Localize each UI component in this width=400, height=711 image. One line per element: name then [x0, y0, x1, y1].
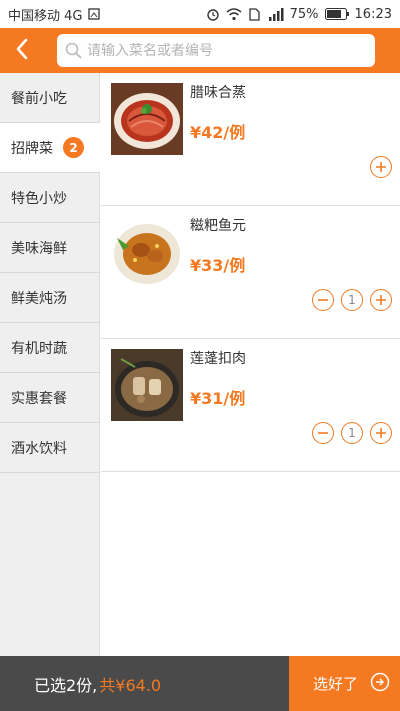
category-item[interactable]: 美味海鲜: [0, 223, 99, 273]
dish-photo[interactable]: [111, 83, 183, 155]
carrier-label: 中国移动 4G: [8, 8, 83, 24]
wifi-icon: [226, 7, 242, 21]
minus-button[interactable]: [312, 422, 334, 444]
category-item[interactable]: 餐前小吃: [0, 73, 99, 123]
category-label: 美味海鲜: [11, 240, 67, 257]
dish-price: ¥42/例: [190, 123, 246, 142]
alarm-icon: [206, 7, 220, 21]
add-button[interactable]: [370, 156, 392, 178]
category-label: 鲜美炖汤: [11, 290, 67, 307]
category-sidebar: 餐前小吃 招牌菜 2 特色小炒 美味海鲜 鲜美炖汤 有机时蔬 实惠套餐 酒水饮料: [0, 73, 100, 656]
dish-controls: [370, 156, 392, 178]
plus-icon: [375, 291, 387, 310]
bottom-bar: 已选2份, 共¥64.0 选好了: [0, 656, 400, 711]
category-label: 餐前小吃: [11, 90, 67, 107]
dish-list: 腊味合蒸 ¥42/例 糍粑鱼元 ¥33/例 1 莲蓬扣肉 ¥31/例 1: [101, 73, 400, 656]
confirm-label: 选好了: [312, 675, 358, 693]
category-item[interactable]: 酒水饮料: [0, 423, 99, 473]
category-item[interactable]: 特色小炒: [0, 173, 99, 223]
chevron-left-icon: [15, 38, 29, 64]
category-label: 实惠套餐: [11, 390, 67, 407]
dish-item: 糍粑鱼元 ¥33/例 1: [101, 206, 400, 339]
order-summary: 已选2份, 共¥64.0: [0, 656, 289, 711]
signal-icon: [266, 7, 284, 21]
sim-icon: [248, 7, 260, 21]
category-item-active[interactable]: 招牌菜 2: [0, 123, 100, 173]
quantity-value: 1: [341, 289, 363, 311]
dish-item: 莲蓬扣肉 ¥31/例 1: [101, 339, 400, 472]
add-button[interactable]: [370, 422, 392, 444]
selected-count-text: 已选2份,: [34, 675, 98, 695]
category-item[interactable]: 有机时蔬: [0, 323, 99, 373]
battery-percent: 75%: [289, 6, 319, 22]
dish-price: ¥31/例: [190, 389, 246, 408]
category-label: 特色小炒: [11, 190, 67, 207]
dish-name: 糍粑鱼元: [190, 218, 246, 234]
search-input[interactable]: [87, 42, 347, 59]
search-box[interactable]: [57, 34, 375, 67]
confirm-button[interactable]: 选好了: [289, 656, 400, 711]
dish-photo[interactable]: [111, 216, 183, 288]
category-label: 有机时蔬: [11, 340, 67, 357]
dish-price: ¥33/例: [190, 256, 246, 275]
clock: 16:23: [354, 6, 392, 22]
dish-controls: 1: [312, 422, 392, 444]
category-item[interactable]: 实惠套餐: [0, 373, 99, 423]
plus-icon: [375, 424, 387, 443]
plus-icon: [375, 158, 387, 177]
total-price-text: 共¥64.0: [99, 675, 162, 695]
arrow-right-circle-icon: [370, 672, 390, 696]
category-label: 招牌菜: [11, 140, 53, 157]
screenshot-icon: [88, 8, 101, 20]
minus-button[interactable]: [312, 289, 334, 311]
search-icon: [65, 42, 82, 63]
battery-icon: [324, 8, 349, 20]
add-button[interactable]: [370, 289, 392, 311]
minus-icon: [317, 291, 329, 310]
back-button[interactable]: [0, 28, 44, 73]
dish-controls: 1: [312, 289, 392, 311]
dish-name: 莲蓬扣肉: [190, 351, 246, 367]
minus-icon: [317, 424, 329, 443]
count-badge: 2: [63, 137, 84, 158]
category-item[interactable]: 鲜美炖汤: [0, 273, 99, 323]
status-bar: 中国移动 4G 75% 16:23: [0, 0, 400, 28]
dish-name: 腊味合蒸: [190, 85, 246, 101]
category-label: 酒水饮料: [11, 440, 67, 457]
dish-item: 腊味合蒸 ¥42/例: [101, 73, 400, 206]
header-bar: [0, 28, 400, 73]
quantity-value: 1: [341, 422, 363, 444]
dish-photo[interactable]: [111, 349, 183, 421]
